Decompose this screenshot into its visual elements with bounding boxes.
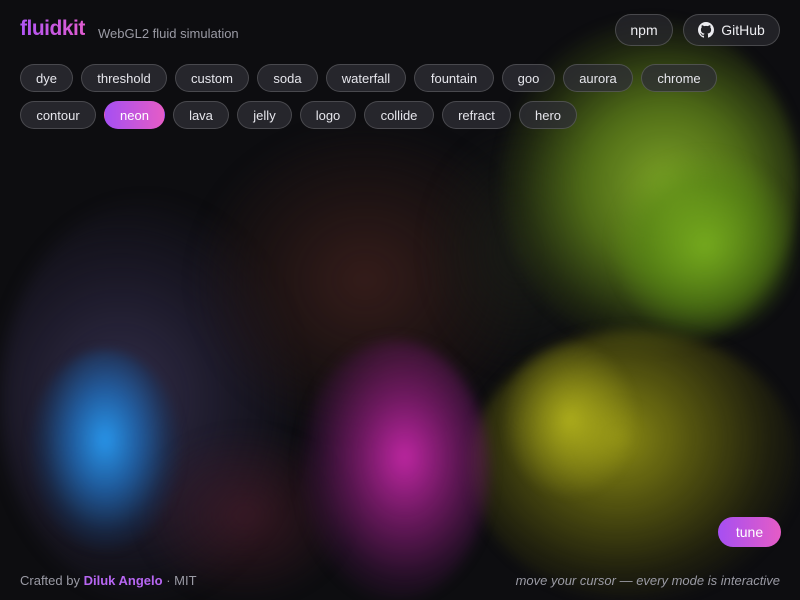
mode-soda[interactable]: soda (257, 64, 318, 92)
npm-button-label: npm (630, 22, 658, 38)
fluid-region-green-core (610, 150, 800, 340)
mode-logo[interactable]: logo (300, 101, 356, 129)
fluid-region-blue (30, 350, 180, 550)
mode-neon[interactable]: neon (104, 101, 165, 129)
mode-hero[interactable]: hero (519, 101, 577, 129)
app-subtitle: WebGL2 fluid simulation (98, 26, 239, 41)
mode-aurora[interactable]: aurora (563, 64, 633, 92)
footer-prefix: Crafted by (20, 573, 80, 588)
mode-fountain[interactable]: fountain (414, 64, 494, 92)
mode-dye[interactable]: dye (20, 64, 73, 92)
mode-jelly[interactable]: jelly (237, 101, 292, 129)
footer-license: · MIT (166, 573, 197, 588)
mode-threshold[interactable]: threshold (81, 64, 167, 92)
mode-custom[interactable]: custom (175, 64, 249, 92)
github-icon (698, 22, 715, 38)
github-button[interactable]: GitHub (683, 14, 780, 46)
fluid-region-olive-core (500, 340, 640, 500)
footer-author-link[interactable]: Diluk Angelo (84, 573, 163, 588)
fluid-region-magenta (300, 340, 490, 600)
mode-collide[interactable]: collide (364, 101, 434, 129)
app-logo: fluidkit (20, 17, 85, 40)
mode-lava[interactable]: lava (173, 101, 229, 129)
github-button-label: GitHub (721, 22, 765, 38)
mode-contour[interactable]: contour (20, 101, 96, 129)
mode-chrome[interactable]: chrome (641, 64, 717, 92)
tune-button[interactable]: tune (718, 517, 781, 547)
footer-hint: move your cursor — every mode is interac… (515, 573, 780, 588)
footer-credit: Crafted by Diluk Angelo · MIT (20, 573, 197, 588)
mode-waterfall[interactable]: waterfall (326, 64, 406, 92)
mode-goo[interactable]: goo (502, 64, 555, 92)
mode-refract[interactable]: refract (442, 101, 511, 129)
npm-button[interactable]: npm (615, 14, 673, 46)
